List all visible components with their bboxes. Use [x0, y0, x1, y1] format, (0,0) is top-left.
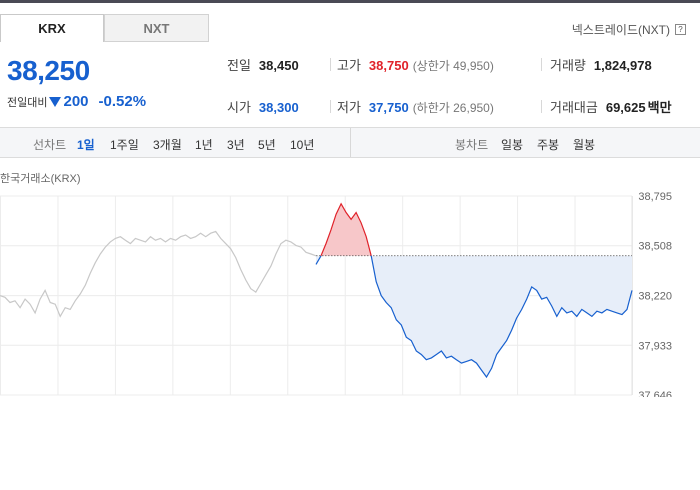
stat-amount-value: 69,625 — [605, 100, 646, 115]
period-1d[interactable]: 1일 — [77, 136, 95, 153]
period-monthly[interactable]: 월봉 — [573, 136, 595, 153]
y-tick-label: 37,646 — [638, 390, 672, 397]
nextrade-link[interactable]: 넥스트레이드(NXT) ? — [572, 21, 686, 38]
stat-low-label: 저가 — [337, 100, 361, 115]
stat-prev-close: 전일 38,450 — [227, 55, 299, 74]
y-axis-ticks: 38,795 38,508 38,220 37,933 37,646 — [638, 191, 672, 397]
price-change: 전일대비 200 -0.52% — [7, 93, 146, 110]
stat-amount-unit: 백만 — [647, 100, 672, 115]
divider — [330, 100, 331, 113]
divider — [541, 58, 542, 71]
period-3y[interactable]: 3년 — [227, 136, 245, 153]
chart-toolbar: 선차트 1일 1주일 3개월 1년 3년 5년 10년 봉차트 일봉 주봉 월봉 — [0, 127, 700, 158]
y-tick-label: 38,795 — [638, 191, 672, 203]
period-1w[interactable]: 1주일 — [110, 136, 139, 153]
current-price: 38,250 — [7, 55, 90, 86]
stat-low: 저가 37,750 (하한가 26,950) — [337, 97, 494, 116]
period-1y[interactable]: 1년 — [195, 136, 213, 153]
chart-grid — [0, 195, 633, 396]
toolbar-divider — [350, 128, 351, 157]
area-below-prev-close — [371, 255, 632, 377]
nextrade-link-label: 넥스트레이드(NXT) — [571, 23, 670, 37]
change-label: 전일대비 — [7, 96, 48, 109]
stat-open-label: 시가 — [227, 100, 251, 115]
stat-high: 고가 38,750 (상한가 49,950) — [337, 55, 494, 74]
period-weekly[interactable]: 주봉 — [537, 136, 559, 153]
stat-high-label: 고가 — [337, 58, 361, 73]
help-icon[interactable]: ? — [675, 24, 686, 35]
chart-lines — [0, 202, 633, 379]
stat-amount: 거래대금 69,625 백만 — [550, 97, 672, 116]
series-line-prev-day — [0, 230, 317, 318]
exchange-label: 한국거래소(KRX) — [0, 173, 81, 185]
stat-prev-close-label: 전일 — [227, 58, 251, 73]
stat-volume-label: 거래량 — [550, 58, 586, 73]
stat-volume-value: 1,824,978 — [593, 58, 652, 73]
period-daily[interactable]: 일봉 — [501, 136, 523, 153]
change-value: 200 — [63, 93, 89, 110]
top-border — [0, 0, 700, 3]
down-triangle-icon — [49, 96, 62, 107]
period-3m[interactable]: 3개월 — [153, 136, 182, 153]
tab-krx[interactable]: KRX — [0, 14, 104, 42]
stat-amount-label: 거래대금 — [550, 100, 598, 115]
stat-high-value: 38,750 — [368, 58, 409, 73]
stat-prev-close-value: 38,450 — [258, 58, 299, 73]
line-chart-label: 선차트 — [33, 138, 67, 152]
stat-lower-limit: (하한가 26,950) — [412, 101, 494, 115]
stat-open: 시가 38,300 — [227, 97, 299, 116]
stat-upper-limit: (상한가 49,950) — [412, 59, 494, 73]
y-tick-label: 37,933 — [638, 340, 672, 352]
tab-nxt[interactable]: NXT — [104, 14, 209, 42]
stat-low-value: 37,750 — [368, 100, 409, 115]
y-tick-label: 38,508 — [638, 241, 672, 253]
divider — [541, 100, 542, 113]
period-5y[interactable]: 5년 — [258, 136, 276, 153]
intraday-price-chart: 38,795 38,508 38,220 37,933 37,646 — [0, 191, 672, 397]
stat-open-value: 38,300 — [258, 100, 299, 115]
stat-volume: 거래량 1,824,978 — [550, 55, 652, 74]
candle-chart-label: 봉차트 — [455, 138, 489, 152]
change-percent: -0.52% — [98, 93, 147, 110]
divider — [330, 58, 331, 71]
y-tick-label: 38,220 — [638, 291, 672, 303]
period-10y[interactable]: 10년 — [290, 136, 314, 153]
